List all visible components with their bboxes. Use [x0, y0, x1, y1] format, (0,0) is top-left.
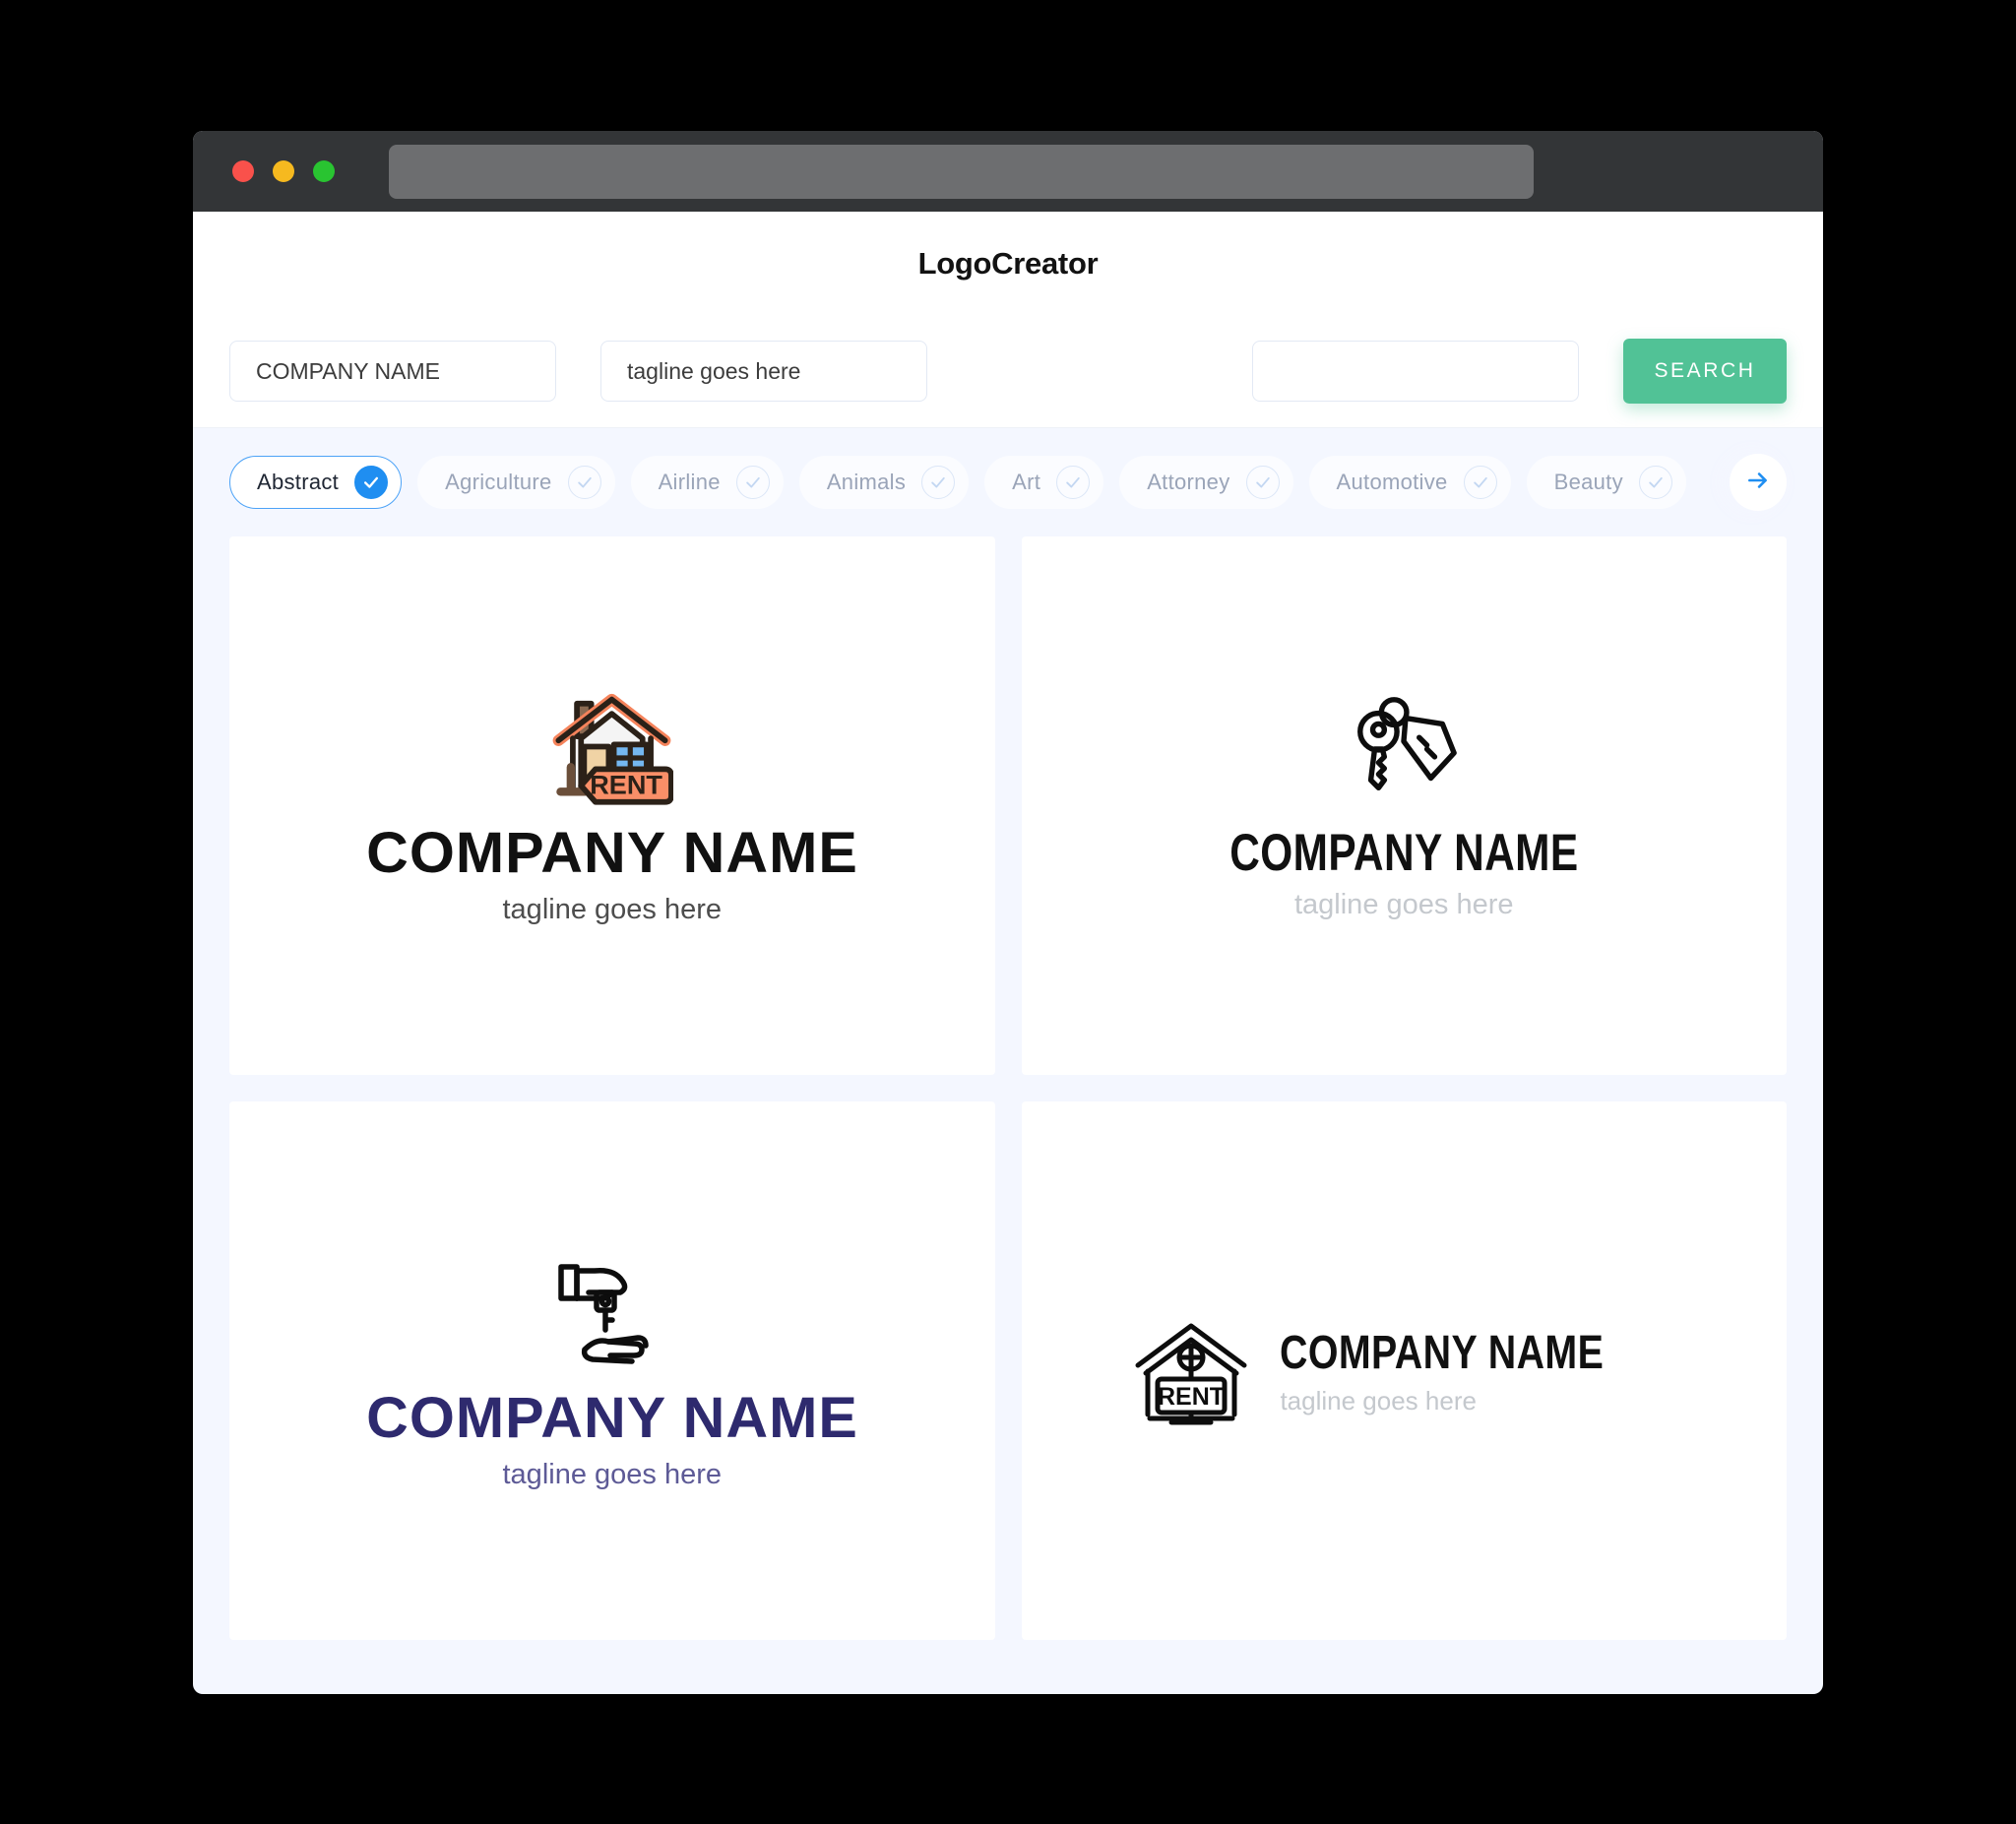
- arrow-right-icon: [1745, 468, 1771, 498]
- logo-text: COMPANY NAME tagline goes here: [1280, 1326, 1675, 1416]
- app-header: LogoCreator: [193, 212, 1823, 315]
- category-chip-agriculture[interactable]: Agriculture: [417, 456, 615, 509]
- page-title: LogoCreator: [917, 245, 1099, 281]
- company-name-input[interactable]: [229, 341, 556, 402]
- hand-giving-key-icon: [553, 1251, 671, 1367]
- check-circle-icon: [1638, 466, 1672, 499]
- logo-preview: COMPANY NAME tagline goes here: [366, 1251, 857, 1491]
- tagline-input[interactable]: [600, 341, 927, 402]
- logo-tagline: tagline goes here: [1293, 888, 1514, 920]
- url-bar-input[interactable]: [389, 144, 1534, 199]
- category-chip-label: Automotive: [1336, 470, 1448, 494]
- screen: LogoCreator SEARCH Abstract Agriculture: [0, 0, 2016, 1824]
- category-chip-label: Agriculture: [445, 470, 552, 494]
- logo-preview: RENT COMPANY NAME tagline goes here: [1132, 1316, 1675, 1426]
- category-chip-art[interactable]: Art: [984, 456, 1104, 509]
- category-chip-label: Attorney: [1147, 470, 1230, 494]
- check-circle-icon: [1463, 466, 1497, 499]
- svg-text:RENT: RENT: [1158, 1383, 1225, 1411]
- category-chip-airline[interactable]: Airline: [630, 456, 784, 509]
- check-circle-icon: [1056, 466, 1091, 499]
- category-chip-label: Art: [1012, 470, 1041, 494]
- maximize-window-button[interactable]: [313, 160, 335, 182]
- keyword-input[interactable]: [1252, 341, 1579, 402]
- logo-tagline: tagline goes here: [1280, 1385, 1477, 1415]
- category-chip-attorney[interactable]: Attorney: [1119, 456, 1293, 509]
- browser-titlebar: [193, 131, 1823, 212]
- category-chip-label: Airline: [658, 470, 721, 494]
- logo-tagline: tagline goes here: [502, 894, 723, 925]
- category-chip-animals[interactable]: Animals: [798, 456, 970, 509]
- key-with-tag-icon: [1346, 691, 1462, 799]
- category-filter-bar: Abstract Agriculture Airline Animals Art…: [193, 428, 1823, 536]
- logo-company-name: COMPANY NAME: [365, 1385, 858, 1450]
- house-rent-sign-icon: RENT: [1132, 1316, 1250, 1426]
- logo-card[interactable]: RENT COMPANY NAME tagline goes here: [1021, 1101, 1787, 1640]
- category-chip-label: Abstract: [257, 470, 340, 494]
- search-toolbar: SEARCH: [193, 315, 1823, 428]
- svg-text:RENT: RENT: [590, 769, 662, 799]
- category-chip-label: Beauty: [1553, 470, 1623, 494]
- logo-tagline: tagline goes here: [502, 1458, 723, 1490]
- check-circle-icon: [1245, 466, 1280, 499]
- logo-results-grid: RENT COMPANY NAME tagline goes here COMP…: [193, 536, 1823, 1676]
- logo-preview: COMPANY NAME tagline goes here: [1186, 691, 1622, 921]
- logo-card[interactable]: RENT COMPANY NAME tagline goes here: [229, 536, 995, 1075]
- logo-company-name: COMPANY NAME: [1280, 1326, 1605, 1379]
- check-circle-icon: [567, 466, 601, 499]
- check-circle-icon: [921, 466, 956, 499]
- house-with-rent-tag-icon: RENT: [550, 685, 675, 808]
- logo-preview: RENT COMPANY NAME tagline goes here: [366, 685, 857, 926]
- minimize-window-button[interactable]: [273, 160, 294, 182]
- check-circle-icon: [735, 466, 770, 499]
- close-window-button[interactable]: [232, 160, 254, 182]
- category-chip-automotive[interactable]: Automotive: [1308, 456, 1511, 509]
- category-chip-label: Animals: [826, 470, 907, 494]
- logo-company-name: COMPANY NAME: [1229, 823, 1579, 882]
- logo-text: COMPANY NAME tagline goes here: [366, 1385, 857, 1491]
- logo-company-name: COMPANY NAME: [365, 821, 858, 885]
- check-circle-icon: [354, 466, 389, 499]
- browser-window: LogoCreator SEARCH Abstract Agriculture: [193, 131, 1823, 1694]
- logo-card[interactable]: COMPANY NAME tagline goes here: [1021, 536, 1787, 1075]
- logo-text: COMPANY NAME tagline goes here: [366, 820, 857, 926]
- logo-text: COMPANY NAME tagline goes here: [1186, 823, 1622, 921]
- traffic-lights: [232, 160, 335, 182]
- next-categories-button[interactable]: [1730, 454, 1787, 511]
- search-button[interactable]: SEARCH: [1623, 339, 1787, 404]
- category-chip-abstract[interactable]: Abstract: [229, 456, 403, 509]
- logo-card[interactable]: COMPANY NAME tagline goes here: [229, 1101, 995, 1640]
- category-chip-beauty[interactable]: Beauty: [1526, 456, 1686, 509]
